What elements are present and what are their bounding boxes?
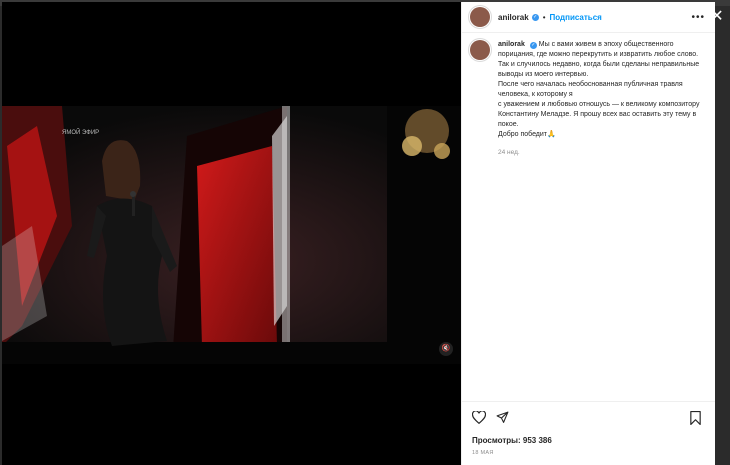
separator-dot: • (542, 12, 546, 22)
verified-icon: ✓ (529, 42, 537, 49)
caption-row: anilorak ✓ Мы с вами живем в эпоху общес… (470, 40, 701, 140)
post-modal: ЯМОЙ ЭФИР 🔇 anilorak ✓ • Подписаться •••… (2, 2, 715, 465)
bookmark-icon[interactable] (690, 411, 701, 427)
post-actions-section: Просмотры: 953 386 18 МАЯ (462, 401, 715, 465)
post-sidebar: anilorak ✓ • Подписаться ••• anilorak ✓ … (461, 2, 715, 465)
close-icon[interactable]: ✕ (710, 9, 724, 25)
caption-line: человека, к которому я (498, 91, 573, 98)
verified-icon: ✓ (531, 13, 539, 21)
video-frame: ЯМОЙ ЭФИР (2, 106, 461, 364)
follow-button[interactable]: Подписаться (550, 13, 602, 22)
caption-line: Так и случилось недавно, когда были сдел… (498, 61, 700, 68)
video-overlay-text: ЯМОЙ ЭФИР (62, 128, 99, 136)
caption-text: anilorak ✓ Мы с вами живем в эпоху общес… (498, 40, 701, 140)
caption-line: Константину Меладзе. Я прошу всех вас ос… (498, 111, 697, 118)
view-count[interactable]: Просмотры: 953 386 (472, 436, 552, 445)
mute-icon[interactable]: 🔇 (439, 342, 453, 356)
caption-line: покое. (498, 121, 519, 128)
caption-area: anilorak ✓ Мы с вами живем в эпоху общес… (470, 40, 701, 156)
share-icon[interactable] (496, 411, 509, 426)
caption-line: Добро победит🙏 (498, 131, 556, 138)
caption-line: После чего началась необоснованная публи… (498, 81, 683, 88)
username[interactable]: anilorak (498, 13, 529, 22)
heart-icon[interactable] (471, 410, 487, 426)
video-player[interactable]: ЯМОЙ ЭФИР 🔇 (2, 106, 461, 364)
caption-line: порицания, где можно перекрутить и извра… (498, 51, 699, 58)
avatar[interactable] (470, 7, 490, 27)
caption-line: Мы с вами живем в эпоху общественного (538, 41, 674, 48)
post-media[interactable]: ЯМОЙ ЭФИР 🔇 (2, 2, 461, 465)
caption-username[interactable]: anilorak (498, 41, 525, 48)
action-bar (471, 410, 509, 426)
post-date[interactable]: 18 МАЯ (472, 450, 494, 456)
more-options-button[interactable]: ••• (691, 12, 705, 23)
caption-line: с уважением и любовью отношусь — к велик… (498, 101, 700, 108)
caption-avatar[interactable] (470, 40, 490, 60)
post-header: anilorak ✓ • Подписаться ••• (462, 2, 715, 33)
caption-time-ago[interactable]: 24 нед. (498, 149, 701, 156)
caption-line: выводы из моего интервью. (498, 71, 589, 78)
